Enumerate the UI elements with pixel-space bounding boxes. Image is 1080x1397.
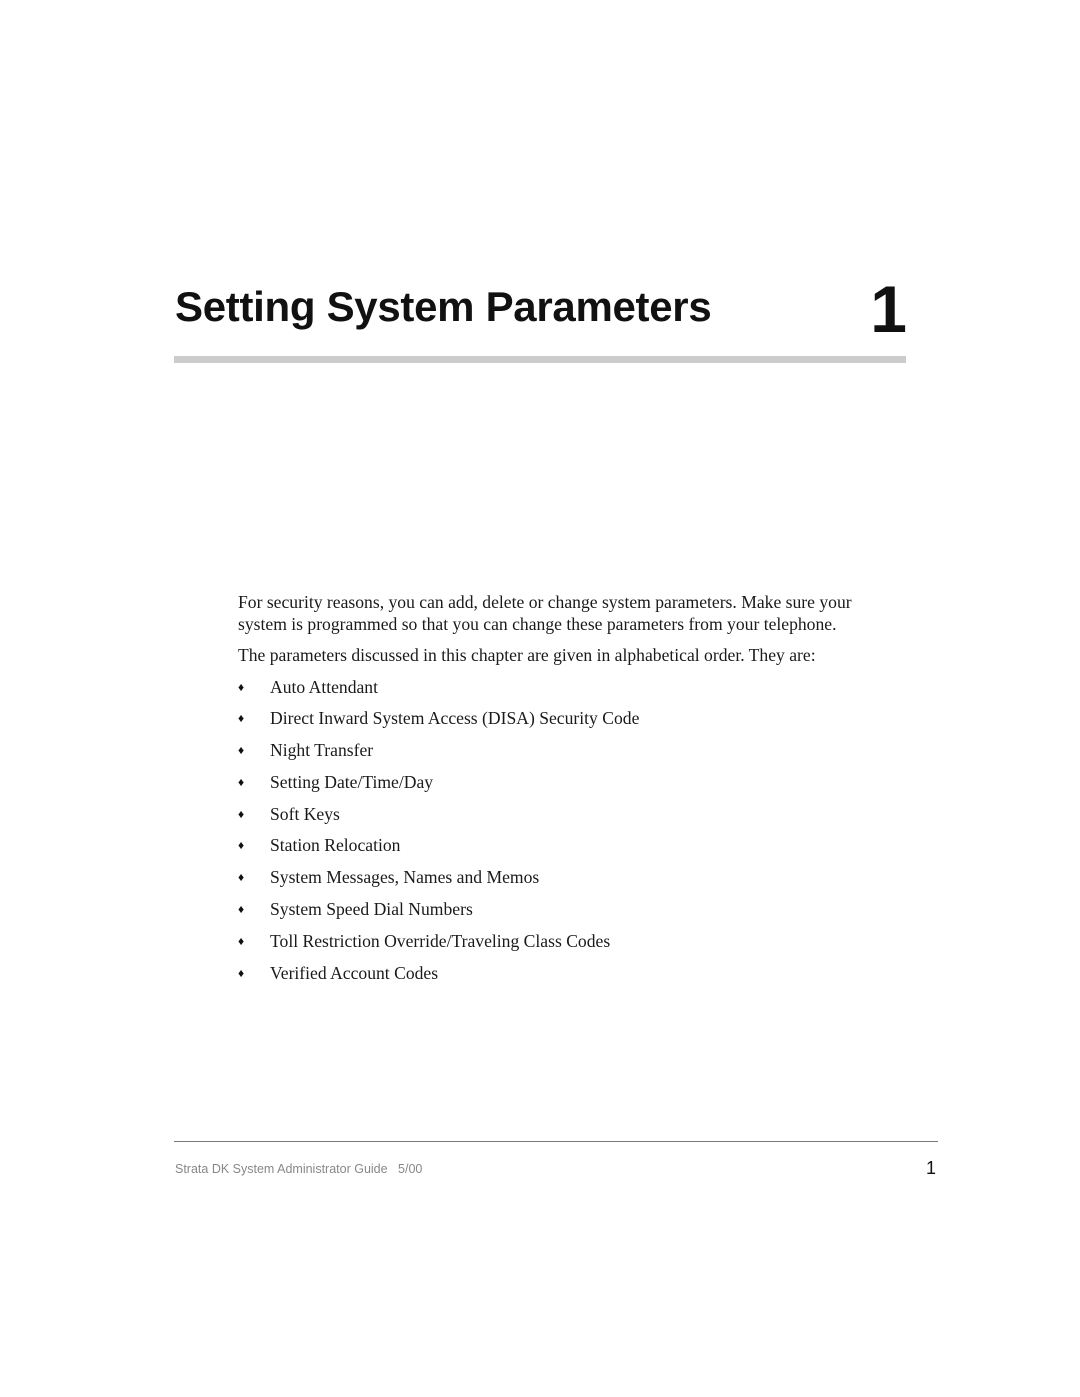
list-item-label: Setting Date/Time/Day [270,771,434,792]
list-item-label: Direct Inward System Access (DISA) Secur… [270,708,640,729]
list-item-label: Toll Restriction Override/Traveling Clas… [270,930,611,951]
diamond-bullet-icon: ♦ [238,902,245,917]
footer-date: 5/00 [398,1162,423,1176]
diamond-bullet-icon: ♦ [238,679,245,694]
diamond-bullet-icon: ♦ [238,933,245,948]
list-item-label: Verified Account Codes [270,962,439,983]
list-item: ♦ System Speed Dial Numbers [238,899,888,931]
list-item-label: Night Transfer [270,740,374,761]
list-item: ♦ Setting Date/Time/Day [238,772,888,804]
list-item: ♦ Direct Inward System Access (DISA) Secu… [238,708,888,740]
intro-paragraph: For security reasons, you can add, delet… [238,592,852,634]
list-item: ♦ System Messages, Names and Memos [238,867,888,899]
list-item-label: Auto Attendant [270,676,378,697]
diamond-bullet-icon: ♦ [238,774,245,789]
chapter-number: 1 [870,272,907,346]
list-item: ♦ Toll Restriction Override/Traveling Cla… [238,931,888,963]
footer-guide-title: Strata DK System Administrator Guide [175,1162,388,1176]
list-item: ♦ Night Transfer [238,740,888,772]
list-item-label: Station Relocation [270,835,401,856]
diamond-bullet-icon: ♦ [238,965,245,980]
list-item-label: System Speed Dial Numbers [270,899,473,920]
list-item-label: System Messages, Names and Memos [270,867,540,888]
list-lead-paragraph: The parameters discussed in this chapter… [238,645,816,665]
chapter-title: Setting System Parameters [175,283,712,330]
diamond-bullet-icon: ♦ [238,743,245,758]
chapter-intro: For security reasons, you can add, delet… [238,592,888,994]
diamond-bullet-icon: ♦ [238,711,245,726]
parameter-list: ♦ Auto Attendant ♦ Direct Inward System Ac… [238,677,888,995]
list-item: ♦ Soft Keys [238,804,888,836]
diamond-bullet-icon: ♦ [238,870,245,885]
list-item: ♦ Auto Attendant [238,677,888,709]
list-item: ♦ Station Relocation [238,835,888,867]
diamond-bullet-icon: ♦ [238,838,245,853]
footer-page-number: 1 [925,1158,936,1178]
list-item: ♦ Verified Account Codes [238,963,888,995]
footer-guide-info: Strata DK System Administrator Guide 5/0… [175,1162,422,1176]
footer-rule-divider [174,1141,938,1142]
title-rule-divider [174,356,906,363]
diamond-bullet-icon: ♦ [238,806,245,821]
list-item-label: Soft Keys [270,803,340,824]
